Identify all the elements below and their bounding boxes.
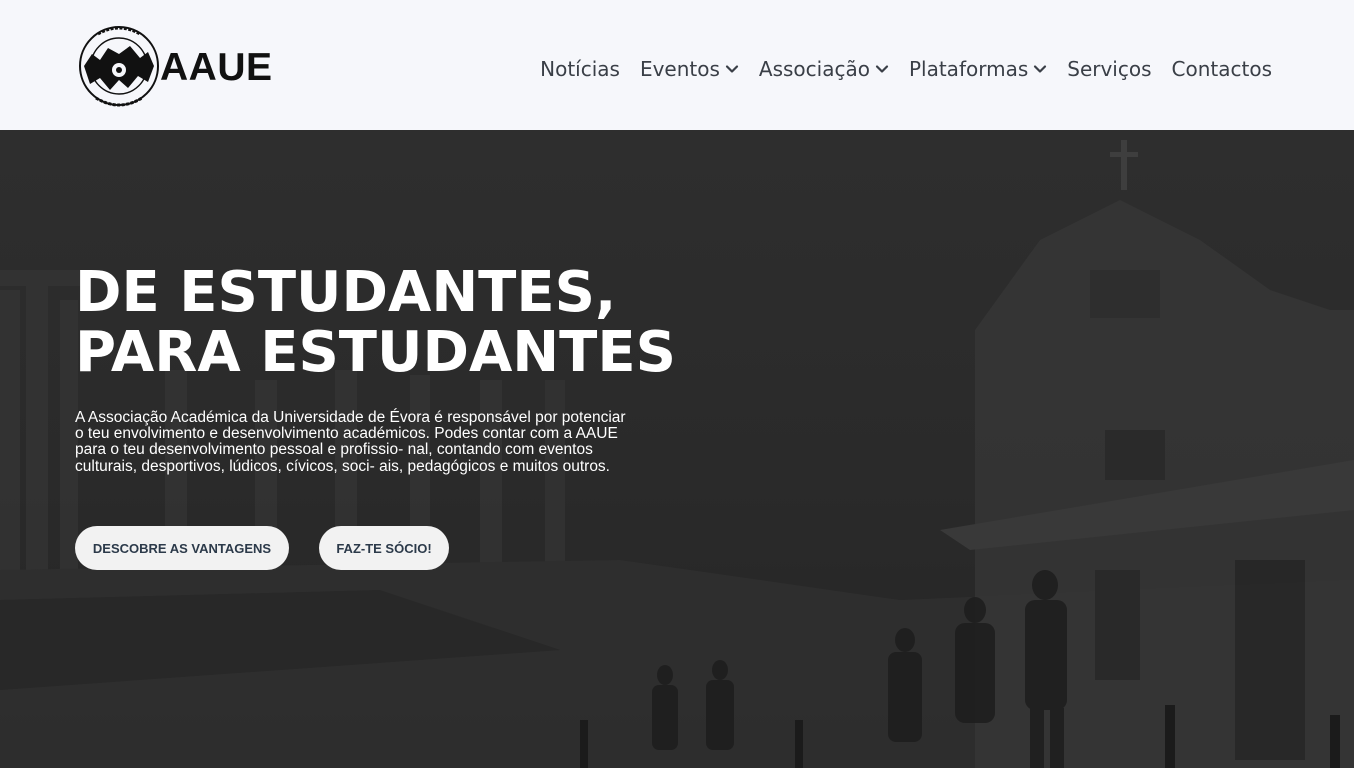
hero-section: DE ESTUDANTES, PARA ESTUDANTES A Associa…: [0, 130, 1354, 768]
chevron-down-icon: [875, 65, 889, 73]
chevron-down-icon: [725, 65, 739, 73]
site-header: AAUE Notícias Eventos Associação Platafo…: [0, 0, 1354, 130]
nav-label: Plataformas: [908, 57, 1029, 81]
hero-headline: DE ESTUDANTES, PARA ESTUDANTES: [75, 263, 835, 383]
nav-label: Contactos: [1171, 57, 1272, 81]
main-nav: Notícias Eventos Associação Plataformas …: [540, 52, 1272, 86]
nav-noticias[interactable]: Notícias: [540, 57, 620, 81]
nav-servicos[interactable]: Serviços: [1067, 57, 1151, 81]
become-member-button[interactable]: FAZ-TE SÓCIO!: [319, 526, 449, 570]
nav-associacao[interactable]: Associação: [759, 57, 889, 81]
nav-label: Eventos: [639, 57, 720, 81]
chevron-down-icon: [1034, 65, 1047, 73]
hero-headline-line1: DE ESTUDANTES,: [75, 260, 617, 325]
hero-intro-text: A Associação Académica da Universidade d…: [75, 409, 626, 475]
hero-headline-line2: PARA ESTUDANTES: [75, 320, 676, 385]
nav-contactos[interactable]: Contactos: [1172, 57, 1272, 81]
discover-benefits-button[interactable]: DESCOBRE AS VANTAGENS: [75, 526, 289, 570]
nav-label: Serviços: [1067, 57, 1152, 81]
site-logo[interactable]: AAUE: [78, 24, 278, 110]
nav-label: Associação: [758, 57, 870, 81]
aaue-seal-logo: [79, 26, 159, 107]
logo-wordmark: AAUE: [160, 46, 273, 89]
nav-plataformas[interactable]: Plataformas: [909, 57, 1047, 81]
nav-eventos[interactable]: Eventos: [640, 57, 739, 81]
nav-label: Notícias: [540, 57, 620, 81]
